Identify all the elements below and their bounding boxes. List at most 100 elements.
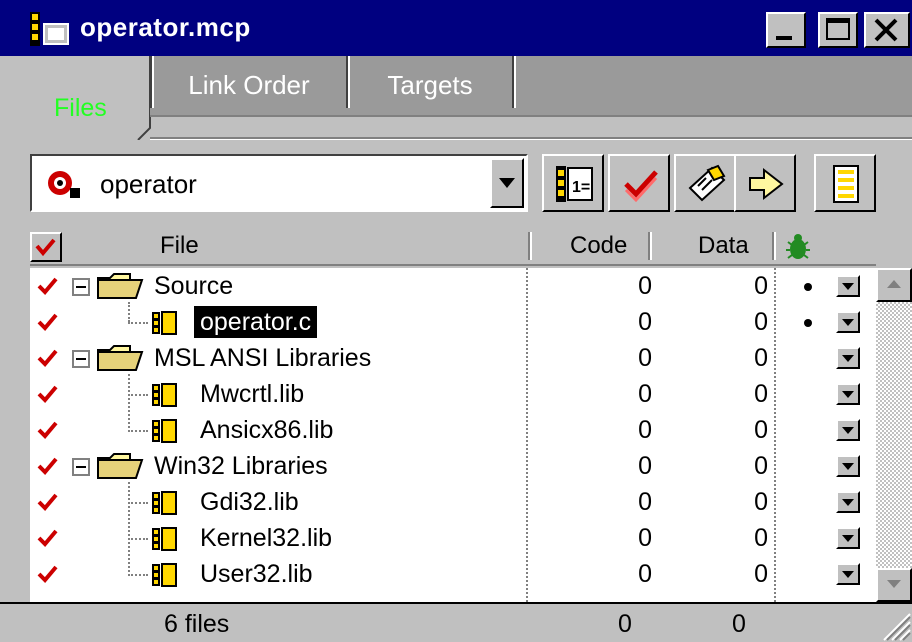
- close-button[interactable]: [864, 12, 910, 48]
- run-button[interactable]: [734, 154, 796, 212]
- code-size: 0: [638, 524, 652, 552]
- file-label: User32.lib: [200, 560, 313, 588]
- tab-link-order[interactable]: Link Order: [152, 56, 346, 114]
- maximize-button[interactable]: [818, 12, 858, 48]
- file-count: 6 files: [164, 610, 230, 638]
- group-label: Win32 Libraries: [154, 452, 328, 480]
- scroll-up-button[interactable]: [876, 268, 912, 302]
- group-row-source[interactable]: Source 0 0: [30, 268, 876, 304]
- folder-open-icon: [97, 453, 144, 479]
- column-separator: [772, 232, 776, 260]
- code-total: 0: [618, 610, 632, 638]
- tab-files[interactable]: Files: [54, 94, 107, 122]
- target-select[interactable]: operator: [30, 154, 528, 212]
- compile-button[interactable]: [674, 154, 736, 212]
- data-total: 0: [732, 610, 746, 638]
- code-size: 0: [638, 308, 652, 336]
- code-size: 0: [638, 452, 652, 480]
- checkmark-icon: [35, 238, 56, 257]
- project-file-icon: [30, 12, 69, 46]
- collapse-toggle[interactable]: [72, 458, 90, 476]
- collapse-toggle[interactable]: [72, 350, 90, 368]
- checkmark-icon[interactable]: [36, 276, 58, 296]
- make-button[interactable]: [814, 154, 876, 212]
- debug-marker[interactable]: [804, 319, 812, 327]
- file-list[interactable]: Source 0 0 operator.c 0 0 MSL ANSI Libra…: [30, 268, 876, 602]
- debug-marker[interactable]: [804, 283, 812, 291]
- checkmark-icon[interactable]: [36, 420, 58, 440]
- library-file-icon: [152, 419, 177, 443]
- tab-separator: [512, 56, 516, 108]
- data-size: 0: [754, 344, 768, 372]
- tab-strip: Link Order Targets: [0, 56, 912, 140]
- code-size: 0: [638, 344, 652, 372]
- minimize-button[interactable]: [766, 12, 806, 48]
- file-row-operator-c[interactable]: operator.c 0 0: [30, 304, 876, 340]
- file-row-ansicx86-lib[interactable]: Ansicx86.lib 0 0: [30, 412, 876, 448]
- row-menu-button[interactable]: [836, 383, 860, 405]
- target-dropdown-button[interactable]: [490, 158, 524, 208]
- data-size: 0: [754, 272, 768, 300]
- column-data[interactable]: Data: [698, 228, 749, 264]
- code-size: 0: [638, 380, 652, 408]
- library-file-icon: [152, 383, 177, 407]
- column-code[interactable]: Code: [570, 228, 627, 264]
- row-menu-button[interactable]: [836, 311, 860, 333]
- row-menu-button[interactable]: [836, 347, 860, 369]
- library-file-icon: [152, 491, 177, 515]
- folder-open-icon: [97, 273, 144, 299]
- title-bar[interactable]: operator.mcp: [0, 0, 912, 56]
- document-icon: [833, 165, 859, 203]
- file-row-gdi32-lib[interactable]: Gdi32.lib 0 0: [30, 484, 876, 520]
- checkmark-icon[interactable]: [36, 384, 58, 404]
- checkmark-icon[interactable]: [36, 348, 58, 368]
- tab-targets[interactable]: Targets: [350, 56, 510, 114]
- file-row-mwcrtl-lib[interactable]: Mwcrtl.lib 0 0: [30, 376, 876, 412]
- collapse-toggle[interactable]: [72, 278, 90, 296]
- file-row-user32-lib[interactable]: User32.lib 0 0: [30, 556, 876, 592]
- row-menu-button[interactable]: [836, 491, 860, 513]
- file-label: Mwcrtl.lib: [200, 380, 305, 408]
- bug-icon[interactable]: [782, 232, 814, 262]
- minimize-icon: [776, 36, 792, 40]
- check-syntax-button[interactable]: [608, 154, 670, 212]
- source-file-icon: [152, 311, 177, 335]
- checkmark-icon[interactable]: [36, 492, 58, 512]
- group-row-msl-ansi-libraries[interactable]: MSL ANSI Libraries 0 0: [30, 340, 876, 376]
- file-label: Kernel32.lib: [200, 524, 333, 552]
- checkmark-icon[interactable]: [36, 564, 58, 584]
- touch-all-button[interactable]: [30, 232, 62, 262]
- maximize-icon: [826, 18, 850, 40]
- library-file-icon: [152, 563, 177, 587]
- row-menu-button[interactable]: [836, 419, 860, 441]
- checkmark-icon[interactable]: [36, 312, 58, 332]
- file-row-kernel32-lib[interactable]: Kernel32.lib 0 0: [30, 520, 876, 556]
- file-info-button[interactable]: 1=: [542, 154, 604, 212]
- code-size: 0: [638, 488, 652, 516]
- row-menu-button[interactable]: [836, 275, 860, 297]
- group-label: MSL ANSI Libraries: [154, 344, 372, 372]
- group-label: Source: [154, 272, 234, 300]
- vertical-scrollbar[interactable]: [876, 268, 912, 602]
- code-size: 0: [638, 560, 652, 588]
- checkmark-icon[interactable]: [36, 456, 58, 476]
- data-size: 0: [754, 488, 768, 516]
- data-size: 0: [754, 452, 768, 480]
- folder-open-icon: [97, 345, 144, 371]
- window-title: operator.mcp: [80, 12, 251, 42]
- row-menu-button[interactable]: [836, 563, 860, 585]
- file-label: operator.c: [194, 306, 318, 338]
- file-label: Gdi32.lib: [200, 488, 299, 516]
- row-menu-button[interactable]: [836, 527, 860, 549]
- scroll-down-button[interactable]: [876, 568, 912, 602]
- group-row-win32-libraries[interactable]: Win32 Libraries 0 0: [30, 448, 876, 484]
- data-size: 0: [754, 308, 768, 336]
- checkmark-icon[interactable]: [36, 528, 58, 548]
- project-window: operator.mcp Link Order Targets Files op…: [0, 0, 912, 642]
- code-size: 0: [638, 416, 652, 444]
- resize-grip-icon[interactable]: [878, 608, 912, 642]
- row-menu-button[interactable]: [836, 455, 860, 477]
- data-size: 0: [754, 380, 768, 408]
- column-file[interactable]: File: [160, 228, 199, 264]
- code-size: 0: [638, 272, 652, 300]
